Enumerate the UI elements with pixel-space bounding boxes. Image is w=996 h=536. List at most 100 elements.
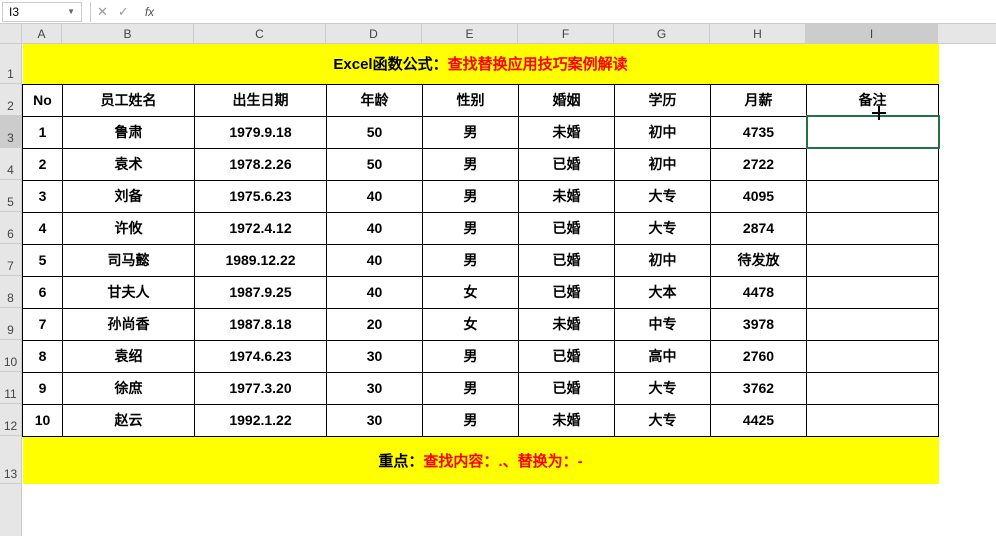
row-header-3[interactable]: 3 bbox=[0, 116, 21, 148]
row-header-13[interactable]: 13 bbox=[0, 436, 21, 484]
column-header-F[interactable]: F bbox=[518, 24, 614, 43]
cell-edu[interactable]: 高中 bbox=[615, 340, 711, 372]
cell-note[interactable] bbox=[807, 148, 939, 180]
cell-salary[interactable]: 4735 bbox=[711, 116, 807, 148]
cell-age[interactable]: 30 bbox=[327, 372, 423, 404]
cell-name[interactable]: 许攸 bbox=[63, 212, 195, 244]
cell-edu[interactable]: 大专 bbox=[615, 180, 711, 212]
column-header-B[interactable]: B bbox=[62, 24, 194, 43]
cell-birth[interactable]: 1972.4.12 bbox=[195, 212, 327, 244]
cell-gender[interactable]: 男 bbox=[423, 244, 519, 276]
row-header-1[interactable]: 1 bbox=[0, 44, 21, 84]
cell-note[interactable] bbox=[807, 340, 939, 372]
cell-marriage[interactable]: 已婚 bbox=[519, 212, 615, 244]
cell-birth[interactable]: 1979.9.18 bbox=[195, 116, 327, 148]
cell-edu[interactable]: 大专 bbox=[615, 212, 711, 244]
cell-marriage[interactable]: 未婚 bbox=[519, 180, 615, 212]
cell-marriage[interactable]: 已婚 bbox=[519, 148, 615, 180]
row-header-8[interactable]: 8 bbox=[0, 276, 21, 308]
cell-gender[interactable]: 男 bbox=[423, 212, 519, 244]
row-header-11[interactable]: 11 bbox=[0, 372, 21, 404]
cell-birth[interactable]: 1977.3.20 bbox=[195, 372, 327, 404]
confirm-formula-icon[interactable]: ✓ bbox=[118, 4, 129, 20]
cell-salary[interactable]: 2874 bbox=[711, 212, 807, 244]
cell-note[interactable] bbox=[807, 116, 939, 148]
column-header-H[interactable]: H bbox=[710, 24, 806, 43]
cell-note[interactable] bbox=[807, 244, 939, 276]
header-cell[interactable]: 出生日期 bbox=[195, 84, 327, 116]
row-header-5[interactable]: 5 bbox=[0, 180, 21, 212]
cell-salary[interactable]: 2722 bbox=[711, 148, 807, 180]
cell-marriage[interactable]: 已婚 bbox=[519, 276, 615, 308]
cell-name[interactable]: 袁绍 bbox=[63, 340, 195, 372]
header-cell[interactable]: 员工姓名 bbox=[63, 84, 195, 116]
header-cell[interactable]: 性别 bbox=[423, 84, 519, 116]
header-cell[interactable]: 婚姻 bbox=[519, 84, 615, 116]
name-box[interactable]: I3 ▼ bbox=[2, 2, 82, 22]
cell-salary[interactable]: 3978 bbox=[711, 308, 807, 340]
column-header-I[interactable]: I bbox=[806, 24, 938, 43]
cell-note[interactable] bbox=[807, 308, 939, 340]
cell-name[interactable]: 甘夫人 bbox=[63, 276, 195, 308]
cell-name[interactable]: 孙尚香 bbox=[63, 308, 195, 340]
name-box-dropdown-icon[interactable]: ▼ bbox=[67, 7, 75, 16]
select-all-corner[interactable] bbox=[0, 24, 22, 44]
cell-edu[interactable]: 大专 bbox=[615, 404, 711, 436]
cell-salary[interactable]: 4095 bbox=[711, 180, 807, 212]
cell-name[interactable]: 赵云 bbox=[63, 404, 195, 436]
cell-name[interactable]: 刘备 bbox=[63, 180, 195, 212]
row-header-4[interactable]: 4 bbox=[0, 148, 21, 180]
cell-gender[interactable]: 女 bbox=[423, 308, 519, 340]
cell-marriage[interactable]: 未婚 bbox=[519, 404, 615, 436]
row-header-6[interactable]: 6 bbox=[0, 212, 21, 244]
cell-edu[interactable]: 初中 bbox=[615, 244, 711, 276]
cell-age[interactable]: 30 bbox=[327, 404, 423, 436]
cell-marriage[interactable]: 未婚 bbox=[519, 116, 615, 148]
cell-edu[interactable]: 初中 bbox=[615, 116, 711, 148]
column-header-C[interactable]: C bbox=[194, 24, 326, 43]
cell-age[interactable]: 30 bbox=[327, 340, 423, 372]
formula-input[interactable] bbox=[154, 2, 996, 22]
row-header-7[interactable]: 7 bbox=[0, 244, 21, 276]
column-header-D[interactable]: D bbox=[326, 24, 422, 43]
cell-salary[interactable]: 3762 bbox=[711, 372, 807, 404]
cell-name[interactable]: 鲁肃 bbox=[63, 116, 195, 148]
cell-birth[interactable]: 1975.6.23 bbox=[195, 180, 327, 212]
column-header-A[interactable]: A bbox=[22, 24, 62, 43]
cell-birth[interactable]: 1974.6.23 bbox=[195, 340, 327, 372]
cell-age[interactable]: 20 bbox=[327, 308, 423, 340]
cell-no[interactable]: 10 bbox=[23, 404, 63, 436]
cell-marriage[interactable]: 已婚 bbox=[519, 244, 615, 276]
cell-name[interactable]: 袁术 bbox=[63, 148, 195, 180]
cell-edu[interactable]: 大本 bbox=[615, 276, 711, 308]
cell-marriage[interactable]: 未婚 bbox=[519, 308, 615, 340]
cell-gender[interactable]: 女 bbox=[423, 276, 519, 308]
cell-no[interactable]: 6 bbox=[23, 276, 63, 308]
cell-edu[interactable]: 大专 bbox=[615, 372, 711, 404]
cell-gender[interactable]: 男 bbox=[423, 372, 519, 404]
cell-salary[interactable]: 2760 bbox=[711, 340, 807, 372]
cell-no[interactable]: 7 bbox=[23, 308, 63, 340]
cell-edu[interactable]: 中专 bbox=[615, 308, 711, 340]
cell-name[interactable]: 司马懿 bbox=[63, 244, 195, 276]
cell-age[interactable]: 40 bbox=[327, 276, 423, 308]
cell-gender[interactable]: 男 bbox=[423, 404, 519, 436]
cell-salary[interactable]: 待发放 bbox=[711, 244, 807, 276]
cell-no[interactable]: 8 bbox=[23, 340, 63, 372]
header-cell[interactable]: 备注 bbox=[807, 84, 939, 116]
cell-no[interactable]: 2 bbox=[23, 148, 63, 180]
column-header-E[interactable]: E bbox=[422, 24, 518, 43]
header-cell[interactable]: 月薪 bbox=[711, 84, 807, 116]
cell-birth[interactable]: 1989.12.22 bbox=[195, 244, 327, 276]
title-cell[interactable]: Excel函数公式：查找替换应用技巧案例解读 bbox=[23, 44, 939, 84]
grid-area[interactable]: Excel函数公式：查找替换应用技巧案例解读No员工姓名出生日期年龄性别婚姻学历… bbox=[22, 44, 996, 536]
cell-birth[interactable]: 1992.1.22 bbox=[195, 404, 327, 436]
cell-age[interactable]: 40 bbox=[327, 212, 423, 244]
cell-name[interactable]: 徐庶 bbox=[63, 372, 195, 404]
cell-note[interactable] bbox=[807, 212, 939, 244]
column-header-G[interactable]: G bbox=[614, 24, 710, 43]
cell-marriage[interactable]: 已婚 bbox=[519, 340, 615, 372]
row-header-10[interactable]: 10 bbox=[0, 340, 21, 372]
footer-cell[interactable]: 重点：查找内容：.、替换为：- bbox=[23, 436, 939, 484]
cell-age[interactable]: 50 bbox=[327, 116, 423, 148]
